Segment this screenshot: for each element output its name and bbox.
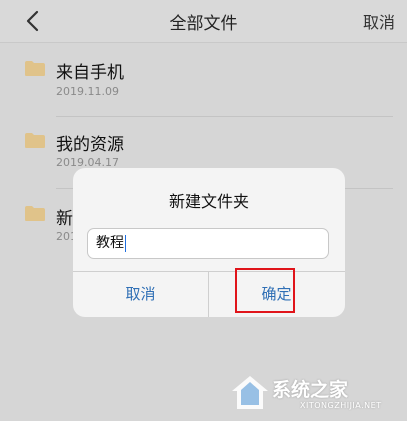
dialog-cancel-button[interactable]: 取消	[73, 272, 208, 317]
watermark: 系统之家 XITONGZHIJIA.NET	[228, 367, 407, 421]
folder-name-input[interactable]: 教程	[87, 228, 329, 259]
row-divider	[56, 116, 393, 117]
top-bar: 全部文件 取消	[0, 0, 407, 43]
confirm-highlight-box	[235, 268, 295, 313]
folder-row[interactable]: 来自手机 2019.11.09	[0, 52, 407, 122]
folder-name: 新	[56, 209, 73, 229]
new-folder-dialog: 新建文件夹 教程 取消 确定	[73, 168, 345, 317]
folder-icon	[25, 206, 45, 221]
folder-icon	[25, 133, 45, 148]
dialog-title: 新建文件夹	[168, 192, 249, 211]
folder-icon	[25, 61, 45, 76]
folder-name-input-value: 教程	[96, 235, 124, 251]
text-caret	[125, 234, 126, 252]
folder-name: 我的资源	[56, 135, 124, 155]
folder-name: 来自手机	[56, 63, 124, 83]
page-title: 全部文件	[169, 14, 238, 34]
house-logo-icon	[232, 376, 268, 409]
folder-date: 2019.11.09	[56, 85, 119, 98]
watermark-url: XITONGZHIJIA.NET	[300, 401, 382, 410]
watermark-text: 系统之家	[272, 379, 349, 401]
cancel-button[interactable]: 取消	[363, 9, 395, 33]
